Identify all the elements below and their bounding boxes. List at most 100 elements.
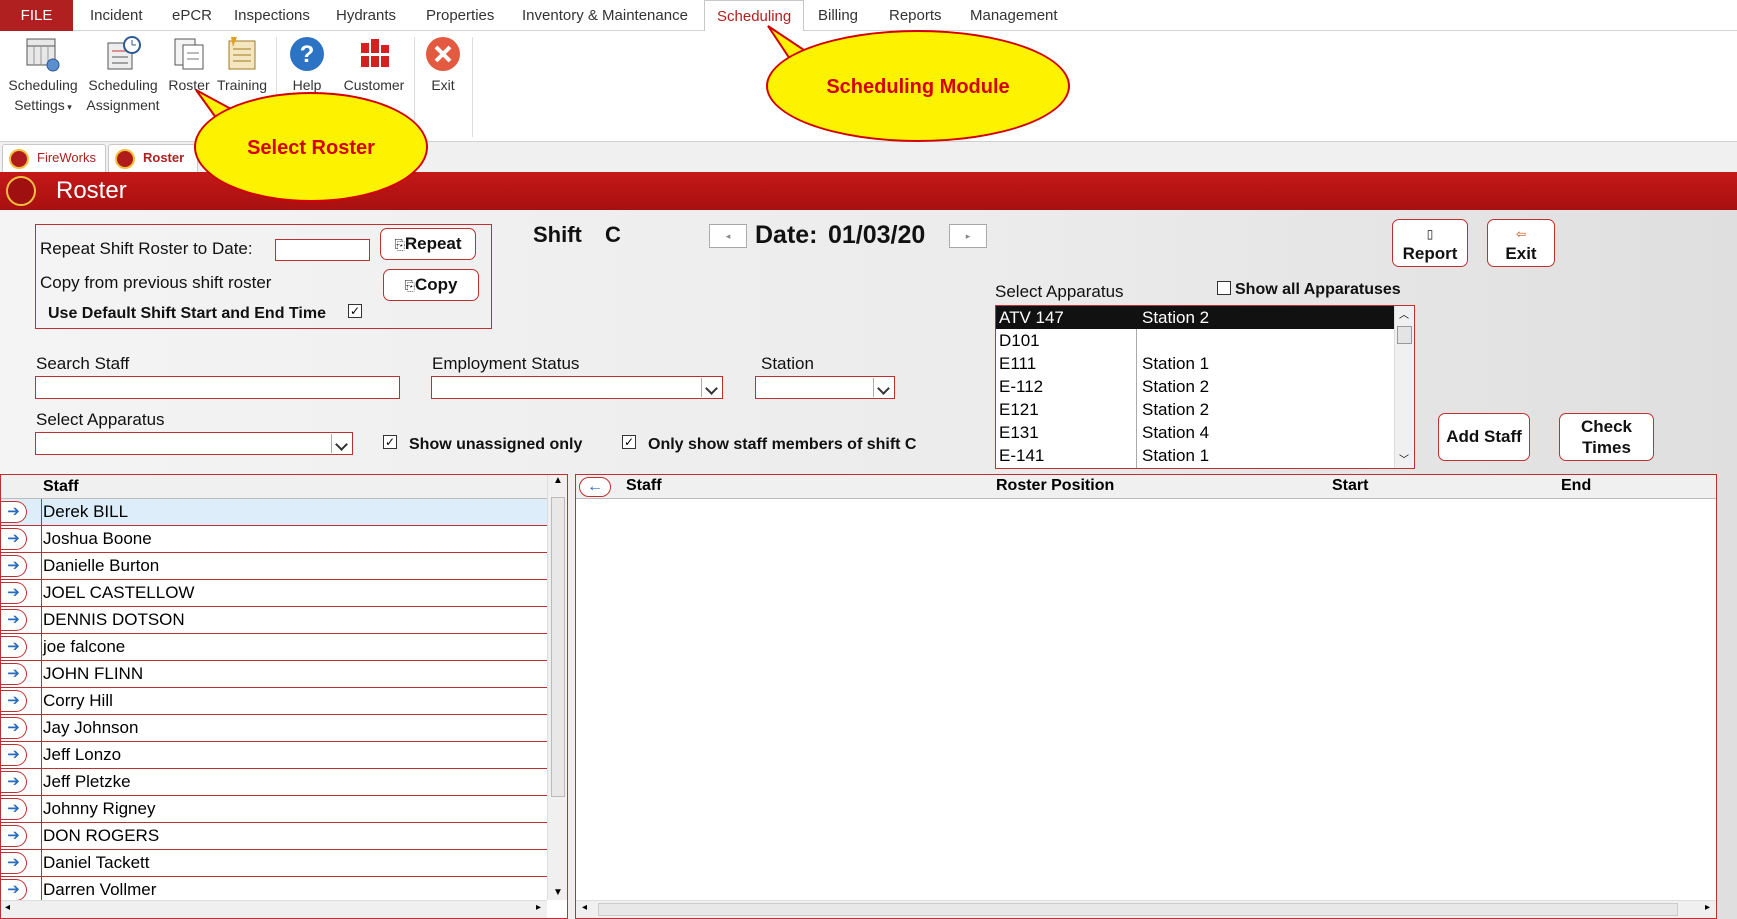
- apparatus-list[interactable]: ATV 147 Station 2 D101 E111 Station 1 E-…: [995, 305, 1415, 469]
- roster-grid-hscrollbar[interactable]: ◂ ▸: [576, 900, 1716, 918]
- default-time-checkbox[interactable]: ✓: [348, 304, 362, 318]
- tab-billing[interactable]: Billing: [818, 0, 858, 31]
- scroll-down-icon[interactable]: ▼: [553, 887, 563, 898]
- scheduling-assignment-button[interactable]: Scheduling Assignment: [84, 35, 162, 115]
- station-select[interactable]: [755, 376, 895, 399]
- exit-ribbon-button[interactable]: Exit: [420, 35, 466, 95]
- staff-name: Daniel Tackett: [43, 853, 150, 872]
- next-date-button[interactable]: ▸: [949, 224, 987, 248]
- add-to-roster-arrow-icon[interactable]: ➔: [1, 879, 27, 901]
- tab-inventory-maintenance[interactable]: Inventory & Maintenance: [522, 0, 688, 31]
- show-unassigned-checkbox[interactable]: ✓: [383, 435, 397, 449]
- add-to-roster-arrow-icon[interactable]: ➔: [1, 798, 27, 820]
- add-staff-button[interactable]: Add Staff: [1438, 413, 1530, 461]
- apparatus-row[interactable]: E-112 Station 2: [996, 375, 1394, 398]
- tab-epcr[interactable]: ePCR: [172, 0, 212, 31]
- staff-list[interactable]: Staff ➔ Derek BILL ➔ Joshua Boone ➔ Danielle …: [0, 474, 568, 919]
- apparatus-row[interactable]: D101: [996, 329, 1394, 352]
- search-staff-input[interactable]: [35, 376, 400, 399]
- report-button[interactable]: ▯ Report: [1392, 219, 1468, 267]
- select-apparatus-select[interactable]: [35, 432, 353, 455]
- tab-inspections[interactable]: Inspections: [234, 0, 310, 31]
- scroll-right-icon[interactable]: ▸: [536, 902, 541, 913]
- staff-list-row[interactable]: ➔ JOEL CASTELLOW: [1, 580, 547, 607]
- tab-incident[interactable]: Incident: [90, 0, 143, 31]
- tab-hydrants[interactable]: Hydrants: [336, 0, 396, 31]
- training-button[interactable]: Training: [214, 35, 270, 95]
- add-to-roster-arrow-icon[interactable]: ➔: [1, 852, 27, 874]
- roster-button[interactable]: Roster: [166, 35, 212, 95]
- staff-list-row[interactable]: ➔ DON ROGERS: [1, 823, 547, 850]
- add-to-roster-arrow-icon[interactable]: ➔: [1, 501, 27, 523]
- staff-list-row[interactable]: ➔ JOHN FLINN: [1, 661, 547, 688]
- scroll-up-icon[interactable]: ▲: [553, 475, 563, 486]
- staff-list-row[interactable]: ➔ Jeff Lonzo: [1, 742, 547, 769]
- scroll-left-icon[interactable]: ◂: [5, 902, 10, 913]
- staff-name: Joshua Boone: [43, 529, 152, 548]
- chevron-down-icon[interactable]: [873, 378, 893, 397]
- staff-list-row[interactable]: ➔ Derek BILL: [1, 499, 547, 526]
- copy-button[interactable]: ⎘Copy: [383, 269, 479, 301]
- employment-status-select[interactable]: [431, 376, 723, 399]
- add-to-roster-arrow-icon[interactable]: ➔: [1, 825, 27, 847]
- only-shift-checkbox[interactable]: ✓: [622, 435, 636, 449]
- scroll-down-icon[interactable]: ﹀: [1399, 451, 1409, 466]
- repeat-button[interactable]: ⎘Repeat: [380, 228, 476, 260]
- add-to-roster-arrow-icon[interactable]: ➔: [1, 609, 27, 631]
- apparatus-row[interactable]: E121 Station 2: [996, 398, 1394, 421]
- roster-grid[interactable]: ← Staff Roster Position Start End ◂ ▸: [575, 474, 1717, 919]
- add-to-roster-arrow-icon[interactable]: ➔: [1, 663, 27, 685]
- apparatus-scrollbar[interactable]: ︿ ﹀: [1394, 306, 1414, 468]
- scroll-left-icon[interactable]: ◂: [582, 902, 587, 913]
- scroll-thumb[interactable]: [1397, 326, 1412, 344]
- copy-button-label: Copy: [414, 275, 458, 294]
- tab-properties[interactable]: Properties: [426, 0, 494, 31]
- staff-list-row[interactable]: ➔ Jay Johnson: [1, 715, 547, 742]
- doc-tab-roster[interactable]: Roster: [108, 144, 198, 172]
- staff-list-row[interactable]: ➔ Daniel Tackett: [1, 850, 547, 877]
- remove-staff-button[interactable]: ←: [579, 477, 611, 497]
- scroll-up-icon[interactable]: ︿: [1399, 306, 1409, 321]
- apparatus-station: Station 1: [1142, 354, 1210, 373]
- scroll-thumb[interactable]: [551, 497, 565, 797]
- add-to-roster-arrow-icon[interactable]: ➔: [1, 690, 27, 712]
- chevron-down-icon[interactable]: [701, 378, 721, 397]
- exit-button[interactable]: ⇦ Exit: [1487, 219, 1555, 267]
- add-to-roster-arrow-icon[interactable]: ➔: [1, 528, 27, 550]
- help-button[interactable]: ? Help: [284, 35, 330, 95]
- tab-management[interactable]: Management: [970, 0, 1058, 31]
- scroll-right-icon[interactable]: ▸: [1705, 902, 1710, 913]
- show-all-apparatus-checkbox[interactable]: [1217, 281, 1231, 295]
- add-to-roster-arrow-icon[interactable]: ➔: [1, 717, 27, 739]
- staff-list-scrollbar[interactable]: ▲ ▼: [547, 475, 567, 900]
- add-to-roster-arrow-icon[interactable]: ➔: [1, 582, 27, 604]
- add-to-roster-arrow-icon[interactable]: ➔: [1, 744, 27, 766]
- file-menu-tab[interactable]: FILE: [0, 0, 73, 31]
- staff-list-row[interactable]: ➔ DENNIS DOTSON: [1, 607, 547, 634]
- staff-list-row[interactable]: ➔ Jeff Pletzke: [1, 769, 547, 796]
- copy-label: Copy from previous shift roster: [40, 273, 272, 292]
- staff-list-row[interactable]: ➔ Danielle Burton: [1, 553, 547, 580]
- check-times-button[interactable]: Check Times: [1559, 413, 1654, 461]
- doc-tab-fireworks[interactable]: FireWorks: [2, 144, 106, 172]
- customer-button[interactable]: Customer: [340, 35, 408, 95]
- column-divider: [41, 715, 42, 742]
- apparatus-row[interactable]: E111 Station 1: [996, 352, 1394, 375]
- staff-list-row[interactable]: ➔ Johnny Rigney: [1, 796, 547, 823]
- staff-list-row[interactable]: ➔ Corry Hill: [1, 688, 547, 715]
- chevron-down-icon[interactable]: [331, 434, 351, 453]
- apparatus-row[interactable]: E131 Station 4: [996, 421, 1394, 444]
- apparatus-row[interactable]: ATV 147 Station 2: [996, 306, 1394, 329]
- staff-list-hscrollbar[interactable]: ◂ ▸: [1, 900, 547, 918]
- tab-reports[interactable]: Reports: [889, 0, 942, 31]
- staff-list-row[interactable]: ➔ Joshua Boone: [1, 526, 547, 553]
- previous-date-button[interactable]: ◂: [709, 224, 747, 248]
- add-to-roster-arrow-icon[interactable]: ➔: [1, 636, 27, 658]
- add-to-roster-arrow-icon[interactable]: ➔: [1, 771, 27, 793]
- apparatus-row[interactable]: E-141 Station 1: [996, 444, 1394, 467]
- repeat-date-input[interactable]: [275, 239, 370, 261]
- scheduling-settings-button[interactable]: Scheduling Settings ▾: [4, 35, 82, 117]
- staff-list-row[interactable]: ➔ joe falcone: [1, 634, 547, 661]
- scroll-thumb[interactable]: [598, 903, 1678, 916]
- add-to-roster-arrow-icon[interactable]: ➔: [1, 555, 27, 577]
